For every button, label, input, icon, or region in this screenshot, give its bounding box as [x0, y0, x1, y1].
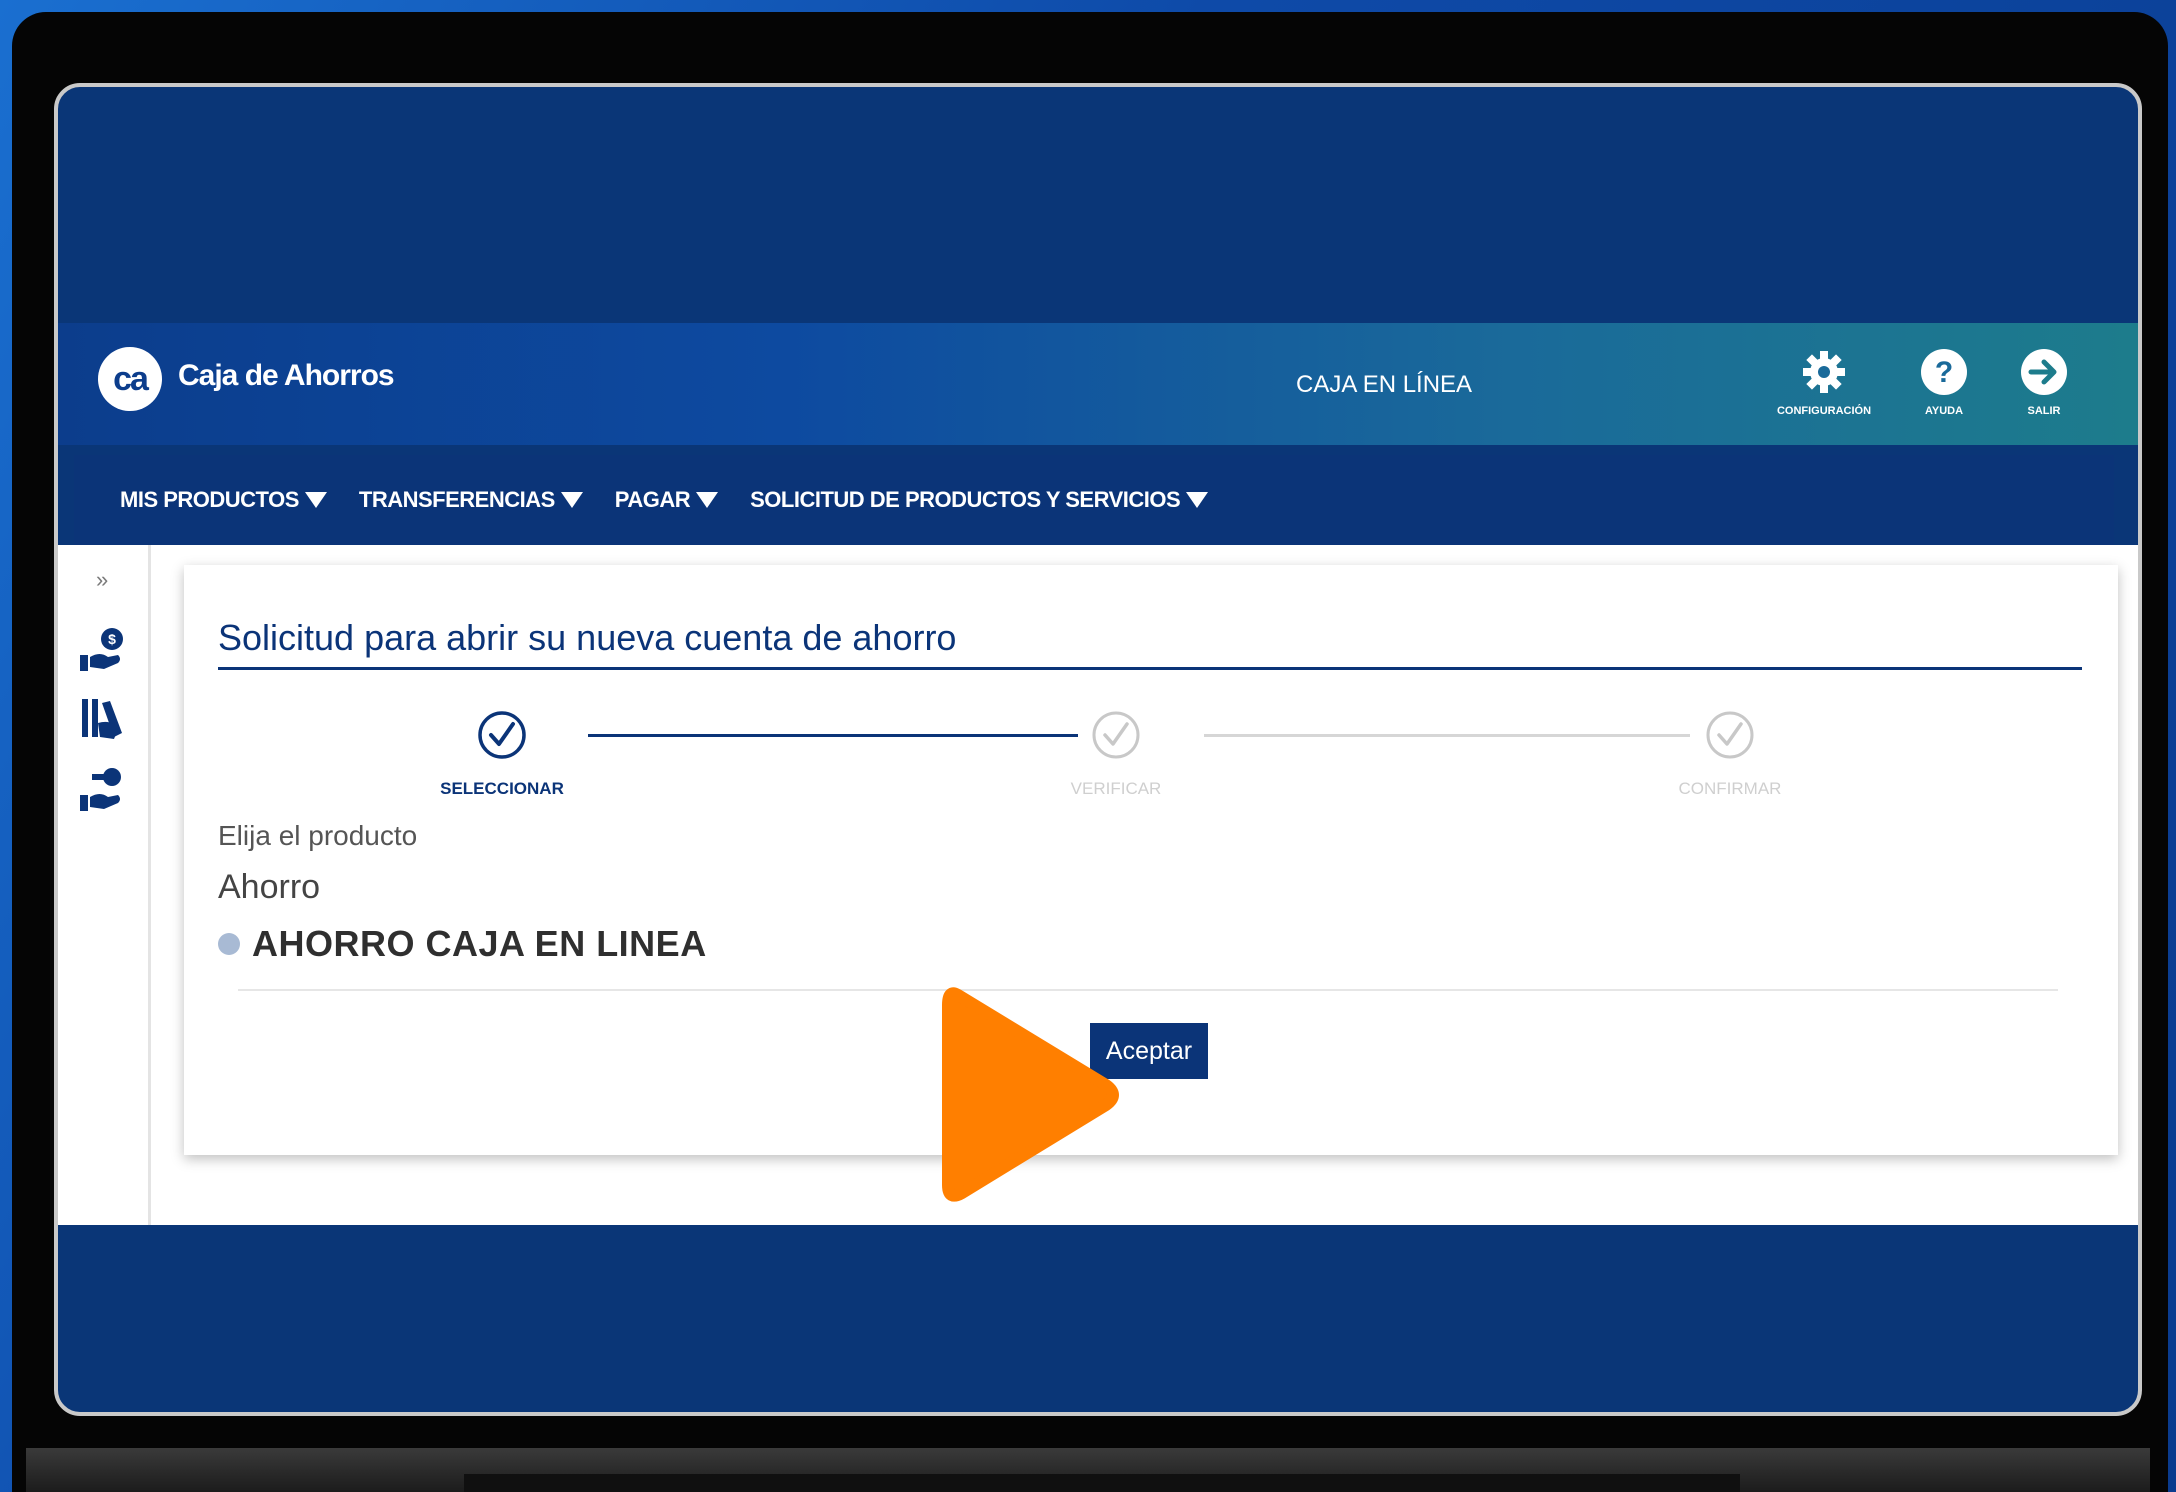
brand-logo[interactable]: ca [98, 347, 162, 411]
help-label: AYUDA [1924, 405, 1964, 417]
settings-button[interactable]: CONFIGURACIÓN [1764, 347, 1884, 417]
product-option[interactable]: AHORRO CAJA EN LINEA [252, 923, 707, 965]
laptop-base [26, 1448, 2150, 1492]
step-seleccionar: SELECCIONAR [402, 709, 602, 799]
step-connector [1204, 734, 1690, 737]
sidebar: » $ [58, 545, 151, 1225]
main-nav: MIS PRODUCTOS TRANSFERENCIAS PAGAR SOLIC… [74, 455, 2114, 545]
svg-text:?: ? [1935, 356, 1953, 389]
nav-label: PAGAR [614, 487, 691, 512]
page-title: Solicitud para abrir su nueva cuenta de … [218, 617, 2082, 670]
request-card: Solicitud para abrir su nueva cuenta de … [184, 565, 2118, 1155]
step-confirmar: CONFIRMAR [1630, 709, 1830, 799]
laptop-notch [464, 1474, 1740, 1492]
logout-label: SALIR [2027, 405, 2061, 417]
check-circle-icon [1092, 711, 1140, 759]
documents-icon[interactable] [78, 693, 128, 743]
site-title: CAJA EN LÍNEA [1296, 371, 1473, 398]
bank-header: ca Caja de Ahorros CAJA EN LÍNEA CONFIGU [58, 323, 2138, 445]
hand-money-icon[interactable]: $ [78, 625, 128, 675]
nav-solicitud[interactable]: SOLICITUD DE PRODUCTOS Y SERVICIOS [750, 487, 1209, 513]
product-radio[interactable] [218, 933, 240, 955]
sidebar-expand-button[interactable]: » [96, 567, 108, 593]
settings-label: CONFIGURACIÓN [1776, 405, 1872, 417]
step-label: CONFIRMAR [1678, 779, 1782, 798]
caret-down-icon [696, 492, 719, 508]
product-category: Ahorro [218, 868, 321, 906]
nav-pagar[interactable]: PAGAR [614, 487, 719, 513]
play-icon[interactable] [928, 975, 1128, 1215]
caret-down-icon [560, 492, 583, 508]
logout-button[interactable]: SALIR [1984, 347, 2104, 417]
nav-label: TRANSFERENCIAS [358, 487, 555, 512]
logout-icon [2021, 349, 2067, 395]
nav-label: SOLICITUD DE PRODUCTOS Y SERVICIOS [750, 487, 1181, 512]
brand-name[interactable]: Caja de Ahorros [178, 359, 395, 393]
hand-key-icon[interactable] [78, 765, 128, 815]
nav-mis-productos[interactable]: MIS PRODUCTOS [120, 487, 327, 513]
step-verificar: VERIFICAR [1016, 709, 1216, 799]
nav-label: MIS PRODUCTOS [120, 487, 299, 512]
caret-down-icon [1186, 492, 1209, 508]
step-label: SELECCIONAR [440, 779, 564, 798]
caret-down-icon [304, 492, 327, 508]
screen: ca Caja de Ahorros CAJA EN LÍNEA CONFIGU [54, 83, 2142, 1416]
step-label: VERIFICAR [1070, 779, 1162, 798]
step-connector [588, 734, 1078, 737]
divider [238, 989, 2058, 991]
svg-text:$: $ [108, 631, 116, 647]
product-label: Elija el producto [218, 820, 418, 851]
check-circle-icon [1706, 711, 1754, 759]
check-circle-icon [478, 711, 526, 759]
gear-icon [1803, 351, 1845, 393]
help-icon: ? [1921, 349, 1967, 395]
nav-transferencias[interactable]: TRANSFERENCIAS [359, 487, 583, 513]
